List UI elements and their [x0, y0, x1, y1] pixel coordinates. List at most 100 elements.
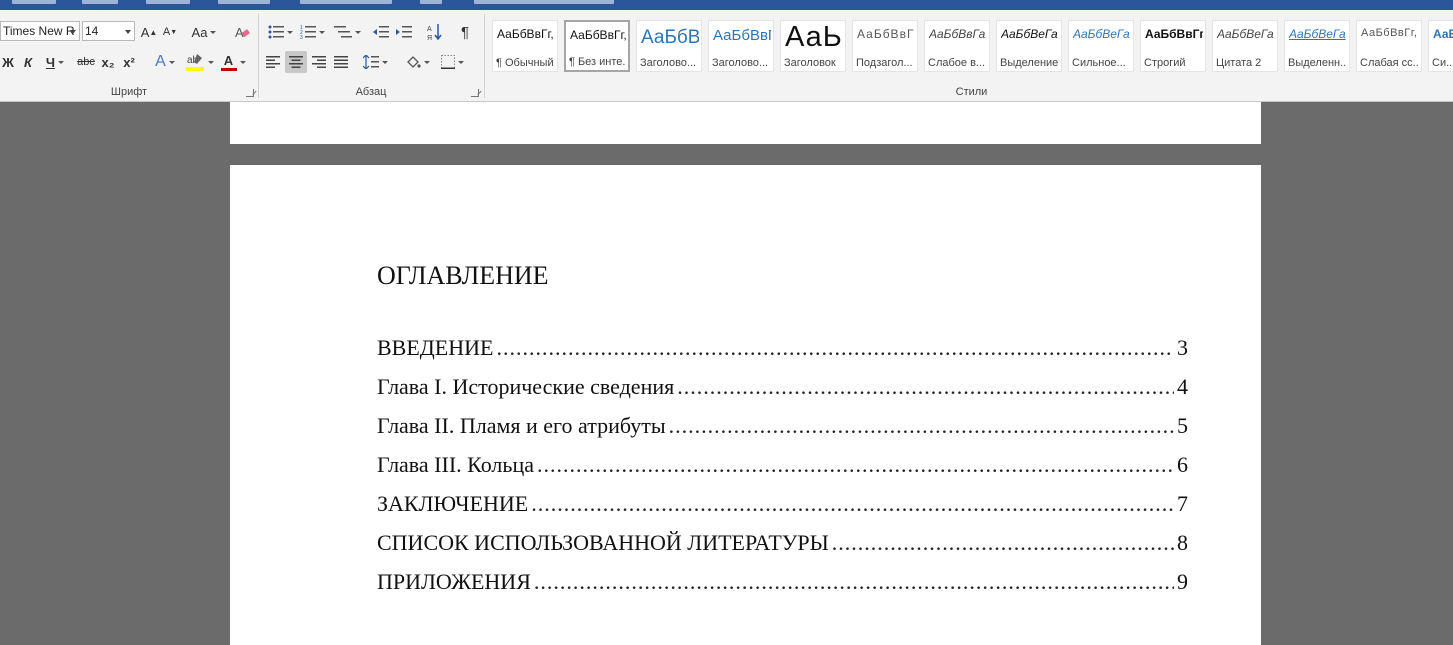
grow-font-icon: A: [140, 24, 150, 40]
multilevel-list-icon: [333, 26, 352, 38]
line-spacing-icon: [362, 55, 379, 69]
toc-entry[interactable]: Глава I. Исторические сведения 4: [377, 374, 1188, 404]
underline-button[interactable]: Ч: [40, 51, 70, 73]
show-formatting-marks-button[interactable]: ¶: [455, 21, 475, 43]
shrink-font-button[interactable]: A ▼: [161, 21, 179, 43]
strikethrough-icon: abc: [77, 56, 95, 68]
font-dialog-launcher-icon[interactable]: [246, 89, 254, 97]
toc-page-number: 9: [1177, 569, 1188, 594]
highlight-button[interactable]: ab: [183, 51, 215, 73]
highlighter-icon: ab: [185, 54, 204, 71]
shading-button[interactable]: [401, 51, 433, 73]
toc-entry[interactable]: ПРИЛОЖЕНИЯ 9: [377, 569, 1188, 599]
ribbon-tab-strip: [0, 0, 1453, 10]
ribbon-tab[interactable]: [420, 0, 442, 4]
borders-icon: [440, 55, 455, 69]
toc-entry-text: ПРИЛОЖЕНИЯ: [377, 569, 531, 594]
chevron-down-icon: [381, 60, 388, 64]
multilevel-list-button[interactable]: [331, 21, 363, 43]
increase-indent-icon: [396, 26, 412, 38]
ribbon-tab[interactable]: [218, 0, 270, 4]
toc-entry-text: Глава I. Исторические сведения: [377, 374, 675, 399]
decrease-indent-button[interactable]: [371, 21, 391, 43]
subscript-button[interactable]: x₂: [99, 51, 117, 73]
toc-page-number: 3: [1177, 335, 1188, 360]
ribbon-tab[interactable]: [82, 0, 118, 4]
font-size-value: 14: [85, 24, 99, 38]
chevron-down-icon: [58, 60, 65, 64]
chevron-down-icon[interactable]: [70, 30, 76, 34]
toc-entry[interactable]: ВВЕДЕНИЕ 3: [377, 335, 1188, 365]
toc-dot-leader: [669, 413, 1174, 439]
font-group: Times New R 14 A ▲ A ▼ Aa A Ж К Ч abc x₂ x…: [0, 12, 258, 100]
toc-entry[interactable]: ЗАКЛЮЧЕНИЕ 7: [377, 491, 1188, 521]
toc-entry-text: ВВЕДЕНИЕ: [377, 335, 494, 360]
increase-indent-button[interactable]: [394, 21, 414, 43]
tell-me-box[interactable]: [474, 0, 614, 4]
pilcrow-icon: ¶: [460, 23, 470, 41]
italic-button[interactable]: К: [20, 51, 36, 73]
toc-page-number: 8: [1177, 530, 1188, 555]
toc-entry-text: Глава II. Пламя и его атрибуты: [377, 413, 666, 438]
ribbon-tab[interactable]: [146, 0, 190, 4]
paint-bucket-icon: [406, 56, 421, 68]
ribbon-tab[interactable]: [12, 0, 56, 4]
clear-formatting-button[interactable]: A: [232, 21, 252, 43]
ribbon-tab[interactable]: [300, 0, 392, 4]
toc-entry[interactable]: СПИСОК ИСПОЛЬЗОВАННОЙ ЛИТЕРАТУРЫ 8: [377, 530, 1188, 560]
chevron-down-icon: [318, 30, 325, 34]
font-color-button[interactable]: A: [218, 51, 248, 73]
grow-font-button[interactable]: A ▲: [140, 21, 158, 43]
chevron-down-icon: [239, 60, 246, 64]
paragraph-dialog-launcher-icon[interactable]: [471, 89, 479, 97]
toc-entry[interactable]: Глава III. Кольца 6: [377, 452, 1188, 482]
toc-entry-text: ЗАКЛЮЧЕНИЕ: [377, 491, 529, 516]
shrink-font-icon: A: [162, 26, 171, 38]
previous-page: [230, 102, 1261, 144]
font-size-box[interactable]: 14: [82, 21, 135, 41]
chevron-down-icon[interactable]: [125, 30, 131, 34]
superscript-icon: x²: [123, 54, 135, 70]
toc-entry-text: СПИСОК ИСПОЛЬЗОВАННОЙ ЛИТЕРАТУРЫ: [377, 530, 829, 555]
chevron-down-icon: [168, 60, 175, 64]
change-case-button[interactable]: Aa: [189, 21, 219, 43]
font-color-letter: A: [223, 52, 234, 68]
borders-button[interactable]: [435, 51, 469, 73]
font-name-value: Times New R: [3, 24, 75, 38]
change-case-icon: Aa: [191, 24, 208, 40]
chevron-down-icon: [286, 30, 293, 34]
bold-button[interactable]: Ж: [0, 51, 16, 73]
font-color-swatch: [220, 67, 237, 71]
document-page[interactable]: ОГЛАВЛЕНИЕ ВВЕДЕНИЕ 3 Глава I. Исторически…: [230, 165, 1261, 645]
align-left-icon: [266, 56, 280, 68]
toc-dot-leader: [832, 530, 1174, 556]
sort-icon: AЯ: [427, 24, 442, 41]
styles-group: Стили: [490, 12, 1453, 100]
line-spacing-button[interactable]: [359, 51, 391, 73]
align-right-button[interactable]: [309, 51, 329, 73]
align-left-button[interactable]: [263, 51, 283, 73]
font-color-icon: A: [220, 52, 237, 71]
align-center-button[interactable]: [285, 51, 307, 73]
bold-icon: Ж: [2, 54, 14, 70]
underline-icon: Ч: [45, 54, 56, 70]
strikethrough-button[interactable]: abc: [75, 51, 97, 73]
text-effects-button[interactable]: A: [150, 51, 180, 73]
svg-text:3: 3: [300, 35, 303, 39]
toc-entry[interactable]: Глава II. Пламя и его атрибуты 5: [377, 413, 1188, 443]
toc-page-number: 5: [1177, 413, 1188, 438]
numbering-button[interactable]: 123: [297, 21, 327, 43]
text-effects-icon: A: [155, 53, 166, 70]
justify-button[interactable]: [331, 51, 351, 73]
sort-button[interactable]: AЯ: [425, 21, 445, 43]
subscript-icon: x₂: [101, 54, 115, 70]
align-right-icon: [312, 56, 326, 68]
font-name-box[interactable]: Times New R: [0, 21, 80, 41]
superscript-button[interactable]: x²: [120, 51, 138, 73]
align-center-icon: [289, 56, 303, 68]
svg-text:Я: Я: [427, 35, 432, 41]
decrease-indent-icon: [373, 26, 389, 38]
toc-dot-leader: [534, 569, 1174, 595]
bullet-list-icon: [268, 25, 284, 39]
bullets-button[interactable]: [265, 21, 295, 43]
